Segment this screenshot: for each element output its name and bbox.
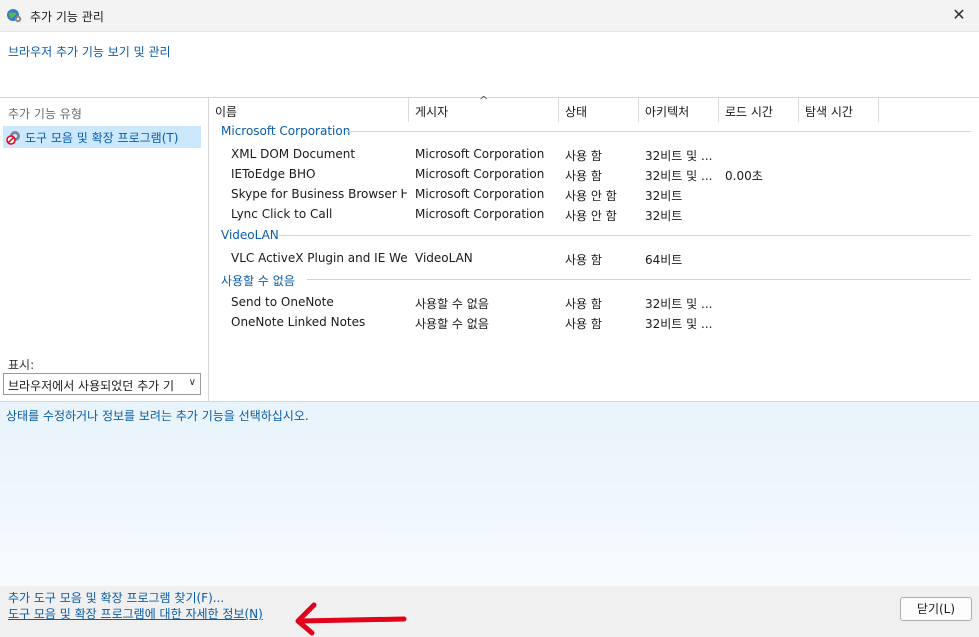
addon-types-label: 추가 기능 유형: [8, 107, 82, 121]
find-more-link[interactable]: 추가 도구 모음 및 확장 프로그램 찾기(F)...: [8, 589, 224, 606]
group-header: 사용할 수 없음: [221, 274, 295, 288]
show-dropdown[interactable]: 브라우저에서 사용되었던 추가 기능 ∨: [3, 373, 201, 395]
show-dropdown-value: 브라우저에서 사용되었던 추가 기능: [8, 379, 174, 393]
group-divider: [279, 235, 971, 236]
addons-table: 이름 게시자 상태 아키텍처 로드 시간 탐색 시간 ^ Microsoft C…: [209, 94, 979, 401]
close-button[interactable]: 닫기(L): [900, 597, 972, 621]
type-item-label: 도구 모음 및 확장 프로그램(T): [25, 131, 179, 145]
footer: 추가 도구 모음 및 확장 프로그램 찾기(F)... 도구 모음 및 확장 프…: [0, 586, 979, 637]
column-header-name[interactable]: 이름: [209, 98, 409, 122]
show-label: 표시:: [8, 358, 35, 372]
group-header: Microsoft Corporation: [221, 124, 351, 138]
table-row[interactable]: OneNote Linked Notes 사용할 수 없음 사용 함 32비트 …: [209, 312, 979, 332]
group-divider: [347, 131, 971, 132]
table-row[interactable]: Send to OneNote 사용할 수 없음 사용 함 32비트 및 ...: [209, 292, 979, 312]
header-description: 브라우저 추가 기능 보기 및 관리: [8, 45, 171, 59]
title-bar: 추가 기능 관리 ✕: [0, 0, 979, 32]
addon-types-pane: 추가 기능 유형 도구 모음 및 확장 프로그램(T) 표시: 브라우저에서 사…: [0, 97, 209, 401]
table-row[interactable]: Skype for Business Browser He... Microso…: [209, 184, 979, 204]
table-row[interactable]: Lync Click to Call Microsoft Corporation…: [209, 204, 979, 224]
table-row[interactable]: IEToEdge BHO Microsoft Corporation 사용 함 …: [209, 164, 979, 184]
details-message: 상태를 수정하거나 정보를 보려는 추가 기능을 선택하십시오.: [6, 409, 309, 423]
close-icon[interactable]: ✕: [947, 3, 971, 27]
type-item-toolbars-extensions[interactable]: 도구 모음 및 확장 프로그램(T): [3, 126, 201, 148]
annotation-arrow-icon: [295, 602, 407, 636]
learn-more-link[interactable]: 도구 모음 및 확장 프로그램에 대한 자세한 정보(N): [8, 605, 263, 622]
globe-gear-icon: [7, 9, 22, 23]
column-header-status[interactable]: 상태: [559, 98, 639, 122]
chevron-down-icon: ∨: [188, 377, 196, 388]
details-pane: 상태를 수정하거나 정보를 보려는 추가 기능을 선택하십시오.: [0, 401, 979, 587]
gear-blocked-icon: [6, 131, 20, 145]
column-header-load-time[interactable]: 로드 시간: [719, 98, 799, 122]
column-header-architecture[interactable]: 아키텍처: [639, 98, 719, 122]
group-divider: [307, 279, 971, 280]
group-header: VideoLAN: [221, 228, 279, 242]
table-row[interactable]: VLC ActiveX Plugin and IE We... VideoLAN…: [209, 248, 979, 268]
window-title: 추가 기능 관리: [30, 10, 104, 24]
column-header-navigation-time[interactable]: 탐색 시간: [799, 98, 879, 122]
sort-ascending-icon: ^: [479, 94, 489, 107]
table-row[interactable]: XML DOM Document Microsoft Corporation 사…: [209, 144, 979, 164]
